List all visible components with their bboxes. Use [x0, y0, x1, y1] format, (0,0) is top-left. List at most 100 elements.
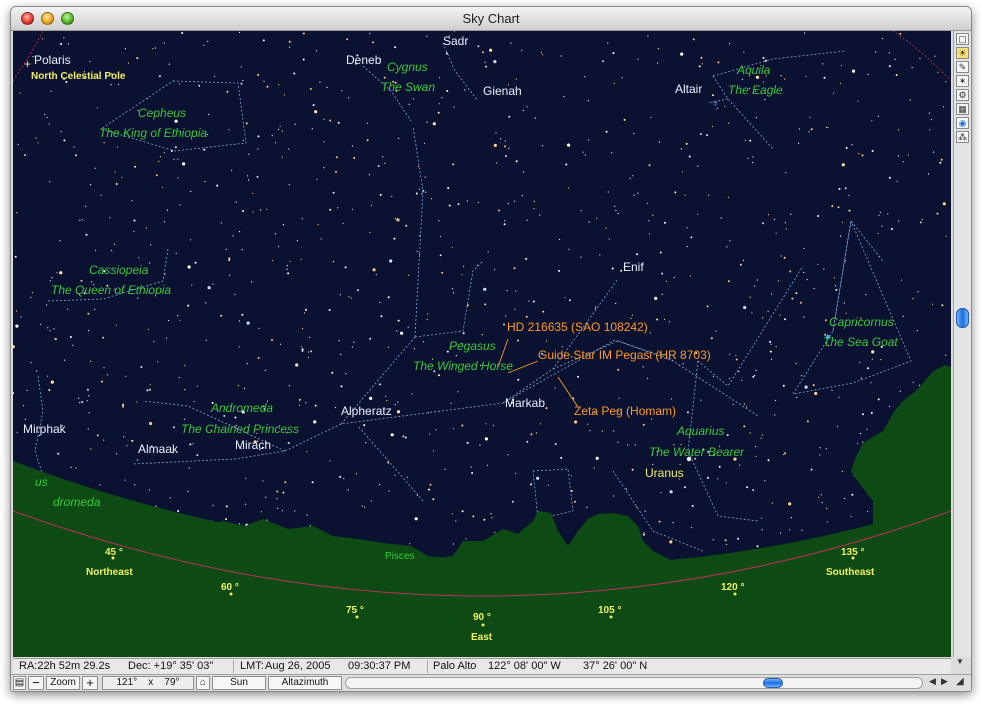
constellation-name[interactable]: Andromeda: [210, 401, 273, 415]
star-label[interactable]: Altair: [675, 82, 702, 96]
star: [294, 510, 296, 512]
sky-chart-view[interactable]: ♅ + Polaris Deneb Sadr Gienah Altair Eni…: [13, 31, 951, 657]
symbols-icon[interactable]: ⁂: [956, 131, 969, 143]
star-label[interactable]: Almaak: [138, 442, 179, 456]
star-label[interactable]: Mirach: [235, 438, 271, 452]
star-label[interactable]: Polaris: [34, 53, 71, 67]
star: [841, 163, 845, 167]
star: [379, 383, 382, 386]
star: [712, 375, 715, 377]
resize-grip-icon[interactable]: ◢: [956, 676, 964, 687]
star: [339, 475, 342, 478]
star: [24, 154, 27, 157]
planet-label[interactable]: Uranus: [645, 466, 684, 480]
star: [631, 468, 634, 471]
star: [56, 272, 58, 274]
star: [839, 82, 842, 84]
star: [936, 212, 939, 215]
star-label[interactable]: Alpheratz: [341, 404, 392, 418]
vertical-scroll-thumb[interactable]: [956, 308, 969, 328]
star: [686, 411, 689, 414]
star: [228, 129, 230, 131]
star: [749, 432, 751, 434]
star: [482, 51, 484, 54]
horizontal-scroll-thumb[interactable]: [763, 678, 783, 688]
star-label[interactable]: Gienah: [483, 84, 522, 98]
star-label[interactable]: Deneb: [346, 53, 382, 67]
target-label[interactable]: HD 216635 (SAO 108242): [507, 320, 648, 334]
constellation-name[interactable]: Capricornus: [829, 315, 894, 329]
constellation-name[interactable]: Aquarius: [676, 424, 724, 438]
star: [337, 207, 339, 209]
field-of-view[interactable]: 121° x 79°: [102, 676, 194, 690]
star: [614, 205, 616, 207]
scroll-right-arrow-icon[interactable]: ▶: [941, 676, 948, 687]
star: [817, 215, 820, 217]
star: [106, 374, 108, 376]
star-icon[interactable]: ✶: [956, 75, 969, 87]
star: [402, 435, 405, 438]
star: [207, 286, 211, 290]
star: [698, 65, 701, 68]
scroll-left-arrow-icon[interactable]: ◀: [929, 676, 936, 687]
sky-canvas[interactable]: ♅ + Polaris Deneb Sadr Gienah Altair Eni…: [13, 31, 951, 657]
star: [867, 73, 869, 75]
star: [309, 525, 311, 527]
scroll-down-arrow-icon[interactable]: ▼: [956, 657, 964, 666]
star: [525, 315, 528, 318]
star-label[interactable]: Mirphak: [23, 422, 67, 436]
star: [808, 131, 810, 133]
star: [88, 395, 90, 397]
settings-icon[interactable]: ⚙: [956, 89, 969, 101]
window-icon[interactable]: ▢: [956, 33, 969, 45]
horizontal-scrollbar[interactable]: [345, 677, 923, 689]
star: [660, 492, 662, 494]
star: [942, 106, 945, 108]
star-label[interactable]: Enif: [623, 260, 644, 274]
grid-icon[interactable]: ▦: [956, 103, 969, 115]
star: [238, 320, 241, 322]
title-bar[interactable]: Sky Chart: [11, 7, 971, 31]
lock-icon[interactable]: ⌂: [196, 676, 210, 690]
zoom-menu[interactable]: Zoom: [46, 676, 80, 690]
star: [140, 366, 143, 368]
star: [607, 191, 609, 193]
star-label[interactable]: Markab: [505, 396, 545, 410]
star: [899, 32, 902, 35]
star: [279, 343, 282, 345]
star: [232, 235, 234, 237]
projection-menu[interactable]: Altazimuth: [268, 676, 342, 690]
star: [916, 329, 918, 332]
constellation-name[interactable]: Cassiopeia: [89, 263, 149, 277]
star: [426, 121, 428, 123]
star: [133, 219, 136, 222]
target-label[interactable]: Guide Star IM Pegasi (HR 8703): [538, 348, 711, 362]
star: [658, 520, 661, 523]
star: [266, 208, 268, 210]
star: [49, 330, 51, 332]
constellation-name[interactable]: Aquila: [736, 63, 771, 77]
star: [848, 194, 850, 197]
star: [504, 220, 506, 222]
zoom-in-button[interactable]: +: [82, 676, 98, 690]
pencil-icon[interactable]: ✎: [956, 61, 969, 73]
star: [387, 296, 390, 299]
sun-icon[interactable]: ☀: [956, 47, 969, 59]
constellation-name[interactable]: Cepheus: [138, 106, 186, 120]
globe-icon[interactable]: ◉: [956, 117, 969, 129]
star: [837, 206, 840, 209]
zoom-out-button[interactable]: −: [28, 676, 44, 690]
panel-toggle-icon[interactable]: ▤: [13, 676, 26, 690]
star: [257, 135, 260, 138]
star: [432, 498, 435, 501]
constellation-name[interactable]: Pegasus: [449, 339, 496, 353]
constellation-name[interactable]: Cygnus: [387, 60, 428, 74]
center-object-field[interactable]: Sun: [212, 676, 266, 690]
star: [656, 318, 659, 321]
target-label[interactable]: Zeta Peg (Homam): [574, 404, 676, 418]
star: [146, 389, 149, 392]
star: [300, 258, 302, 260]
star: [540, 423, 542, 425]
star-label[interactable]: Sadr: [443, 34, 468, 48]
star: [791, 297, 794, 300]
